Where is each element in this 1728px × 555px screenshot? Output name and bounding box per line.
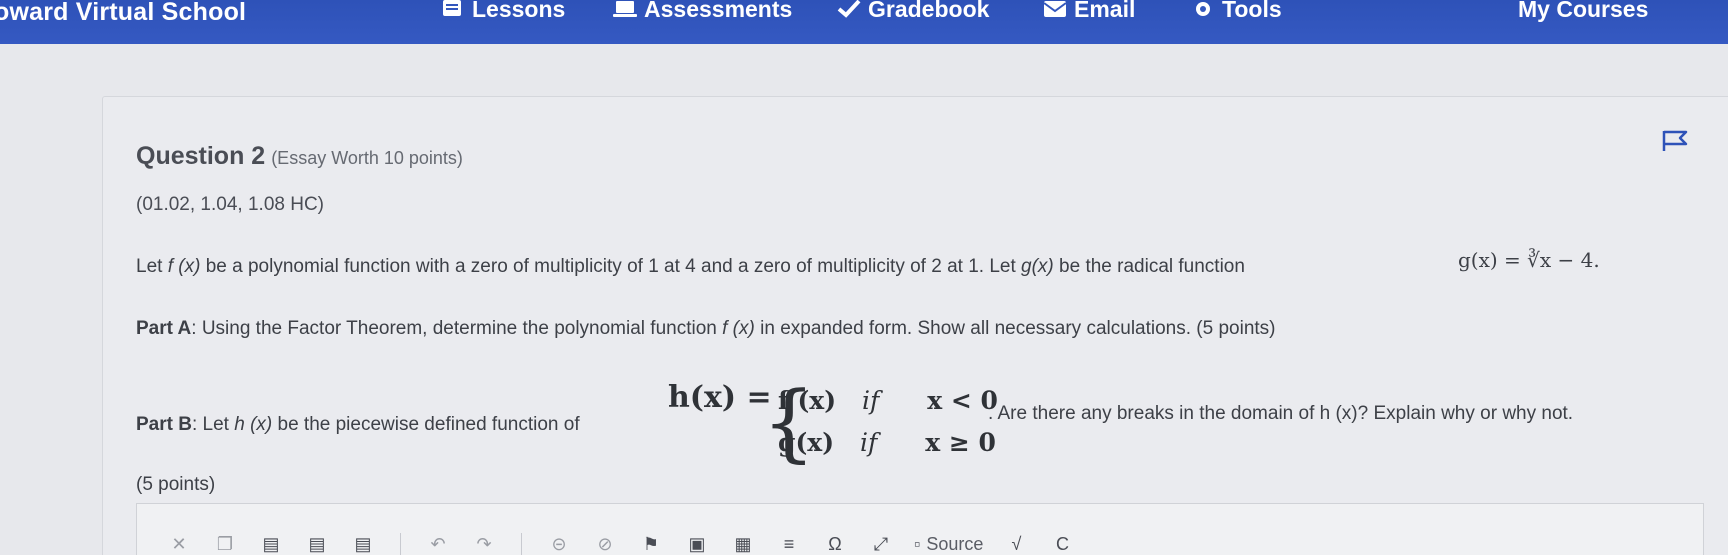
part-a: Part A: Using the Factor Theorem, determ… bbox=[136, 318, 1276, 340]
nav-tools[interactable]: Tools bbox=[1190, 0, 1282, 24]
cut-icon[interactable]: ✕ bbox=[166, 531, 192, 555]
nav-tools-label: Tools bbox=[1222, 0, 1282, 22]
envelope-icon bbox=[1043, 1, 1067, 17]
special-char-icon[interactable]: Ω bbox=[822, 531, 848, 555]
part-b-text-2: be the piecewise defined function of bbox=[272, 414, 580, 435]
part-a-label: Part A bbox=[136, 318, 192, 339]
laptop-icon bbox=[613, 1, 637, 17]
g-formula: g(x) = ∛x − 4. bbox=[1458, 248, 1600, 272]
piece-2-func: g(x) bbox=[778, 428, 835, 457]
top-navbar: oward Virtual School Lessons Assessments… bbox=[0, 0, 1728, 44]
nav-email-label: Email bbox=[1074, 0, 1136, 22]
question-intro: Let f (x) be a polynomial function with … bbox=[136, 256, 1245, 278]
nav-gradebook[interactable]: Gradebook bbox=[836, 0, 989, 24]
toolbar-separator bbox=[521, 533, 522, 555]
nav-gradebook-label: Gradebook bbox=[868, 0, 990, 22]
source-icon: ▫ bbox=[914, 533, 921, 554]
h-lhs: h(x) = bbox=[668, 380, 772, 415]
horizontal-line-icon[interactable]: ≡ bbox=[776, 531, 802, 555]
intro-text-1: Let bbox=[136, 256, 168, 277]
nav-email[interactable]: Email bbox=[1042, 0, 1135, 24]
nav-assessments-label: Assessments bbox=[644, 0, 793, 22]
unlink-icon[interactable]: ⊘ bbox=[592, 531, 618, 555]
intro-gx: g(x) bbox=[1021, 256, 1054, 277]
gear-icon bbox=[1196, 2, 1210, 16]
part-b-text-1: : Let bbox=[191, 414, 235, 435]
nav-my-courses[interactable]: My Courses bbox=[1518, 0, 1648, 24]
toolbar-separator bbox=[400, 533, 401, 555]
piece-2-cond: x ≥ 0 bbox=[925, 428, 996, 457]
part-b-points: (5 points) bbox=[136, 474, 216, 495]
piece-row-2: g(x) if x ≥ 0 bbox=[778, 428, 996, 457]
redo-icon[interactable]: ↷ bbox=[471, 531, 497, 555]
source-button[interactable]: ▫ Source bbox=[914, 534, 983, 555]
nav-lessons-label: Lessons bbox=[472, 0, 566, 22]
intro-fx: f (x) bbox=[167, 256, 201, 277]
part-b-label: Part B bbox=[136, 414, 192, 435]
part-a-fx: f (x) bbox=[722, 318, 755, 339]
editor-toolbar: ✕ ❐ ▤ ▤ ▤ ↶ ↷ ⊝ ⊘ ⚑ ▣ ▦ ≡ Ω ⤢ ▫ Source √… bbox=[166, 530, 1075, 555]
part-a-text-2: in expanded form. Show all necessary cal… bbox=[754, 318, 1276, 339]
standards-codes: (01.02, 1.04, 1.08 HC) bbox=[136, 194, 324, 215]
anchor-icon[interactable]: ⚑ bbox=[638, 531, 664, 555]
maximize-icon[interactable]: ⤢ bbox=[868, 531, 894, 555]
part-b-hx: h (x) bbox=[234, 414, 273, 435]
copy-icon[interactable]: ❐ bbox=[212, 531, 238, 555]
paste-word-icon[interactable]: ▤ bbox=[350, 531, 376, 555]
source-label: Source bbox=[926, 533, 984, 554]
part-b: Part B: Let h (x) be the piecewise defin… bbox=[136, 414, 580, 436]
piece-1-func: f (x) bbox=[778, 386, 837, 415]
piece-row-1: f (x) if x < 0 bbox=[778, 386, 998, 415]
nav-lessons[interactable]: Lessons bbox=[440, 0, 565, 24]
school-brand[interactable]: oward Virtual School bbox=[0, 0, 246, 27]
piece-1-if: if bbox=[862, 386, 880, 415]
paste-icon[interactable]: ▤ bbox=[258, 531, 284, 555]
paste-text-icon[interactable]: ▤ bbox=[304, 531, 330, 555]
question-title: Question 2 bbox=[136, 142, 266, 170]
nav-my-courses-label: My Courses bbox=[1518, 0, 1649, 22]
link-icon[interactable]: ⊝ bbox=[546, 531, 572, 555]
math-sqrt-icon[interactable]: √ bbox=[1003, 531, 1029, 555]
flag-icon[interactable] bbox=[1660, 128, 1690, 154]
nav-assessments[interactable]: Assessments bbox=[612, 0, 792, 24]
checkmark-icon bbox=[837, 0, 861, 18]
chemistry-icon[interactable]: C bbox=[1049, 531, 1075, 555]
part-b-question: . Are there any breaks in the domain of … bbox=[988, 403, 1574, 424]
book-icon bbox=[443, 0, 461, 16]
piece-2-if: if bbox=[860, 428, 878, 457]
question-heading: Question 2 (Essay Worth 10 points) bbox=[136, 142, 463, 171]
intro-text-3: be the radical function bbox=[1053, 256, 1245, 277]
intro-text-2: be a polynomial function with a zero of … bbox=[200, 256, 1022, 277]
part-a-text-1: : Using the Factor Theorem, determine th… bbox=[191, 318, 723, 339]
image-icon[interactable]: ▣ bbox=[684, 531, 710, 555]
question-type: (Essay Worth 10 points) bbox=[271, 148, 463, 168]
table-icon[interactable]: ▦ bbox=[730, 531, 756, 555]
undo-icon[interactable]: ↶ bbox=[425, 531, 451, 555]
